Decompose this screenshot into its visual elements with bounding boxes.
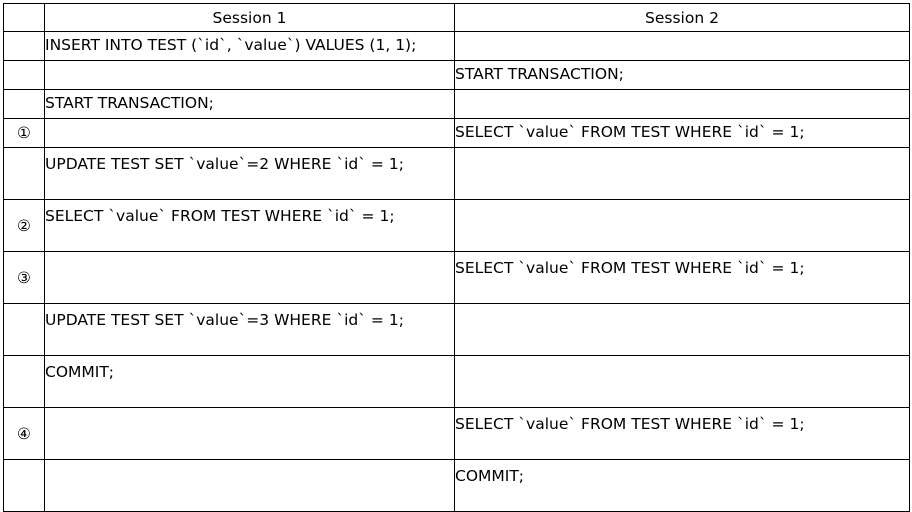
step-marker [3, 60, 45, 90]
table-row: ② SELECT `value` FROM TEST WHERE `id` = … [3, 199, 910, 252]
table-row: INSERT INTO TEST (`id`, `value`) VALUES … [3, 31, 910, 61]
table-row: UPDATE TEST SET `value`=3 WHERE `id` = 1… [3, 303, 910, 356]
session-table: Session 1 Session 2 INSERT INTO TEST (`i… [3, 3, 910, 512]
step-marker: ④ [3, 407, 45, 460]
step-marker [3, 303, 45, 356]
session-1-statement [44, 118, 455, 148]
session-1-statement [44, 459, 455, 512]
session-2-statement: START TRANSACTION; [454, 60, 910, 90]
session-2-statement: SELECT `value` FROM TEST WHERE `id` = 1; [454, 407, 910, 460]
step-marker [3, 459, 45, 512]
session-2-statement [454, 89, 910, 119]
session-1-statement [44, 251, 455, 304]
session-1-statement: COMMIT; [44, 355, 455, 408]
session-2-statement [454, 303, 910, 356]
step-marker: ① [3, 118, 45, 148]
table-row: COMMIT; [3, 459, 910, 512]
table-row: ④ SELECT `value` FROM TEST WHERE `id` = … [3, 407, 910, 460]
table-row: COMMIT; [3, 355, 910, 408]
session-1-statement: START TRANSACTION; [44, 89, 455, 119]
step-marker: ③ [3, 251, 45, 304]
session-1-statement: SELECT `value` FROM TEST WHERE `id` = 1; [44, 199, 455, 252]
step-marker [3, 147, 45, 200]
table-row: UPDATE TEST SET `value`=2 WHERE `id` = 1… [3, 147, 910, 200]
table-row: ① SELECT `value` FROM TEST WHERE `id` = … [3, 118, 910, 148]
session-2-statement [454, 199, 910, 252]
step-marker: ② [3, 199, 45, 252]
session-2-statement: SELECT `value` FROM TEST WHERE `id` = 1; [454, 251, 910, 304]
table-row: START TRANSACTION; [3, 89, 910, 119]
header-session-1: Session 1 [44, 3, 455, 32]
step-marker [3, 89, 45, 119]
session-2-statement: COMMIT; [454, 459, 910, 512]
session-2-statement: SELECT `value` FROM TEST WHERE `id` = 1; [454, 118, 910, 148]
table-row: ③ SELECT `value` FROM TEST WHERE `id` = … [3, 251, 910, 304]
header-step [3, 3, 45, 32]
session-2-statement [454, 147, 910, 200]
session-2-statement [454, 355, 910, 408]
step-marker [3, 355, 45, 408]
session-2-statement [454, 31, 910, 61]
session-1-statement: INSERT INTO TEST (`id`, `value`) VALUES … [44, 31, 455, 61]
header-row: Session 1 Session 2 [3, 3, 910, 32]
header-session-2: Session 2 [454, 3, 910, 32]
session-1-statement [44, 60, 455, 90]
session-1-statement: UPDATE TEST SET `value`=3 WHERE `id` = 1… [44, 303, 455, 356]
session-1-statement [44, 407, 455, 460]
step-marker [3, 31, 45, 61]
session-1-statement: UPDATE TEST SET `value`=2 WHERE `id` = 1… [44, 147, 455, 200]
table-row: START TRANSACTION; [3, 60, 910, 90]
